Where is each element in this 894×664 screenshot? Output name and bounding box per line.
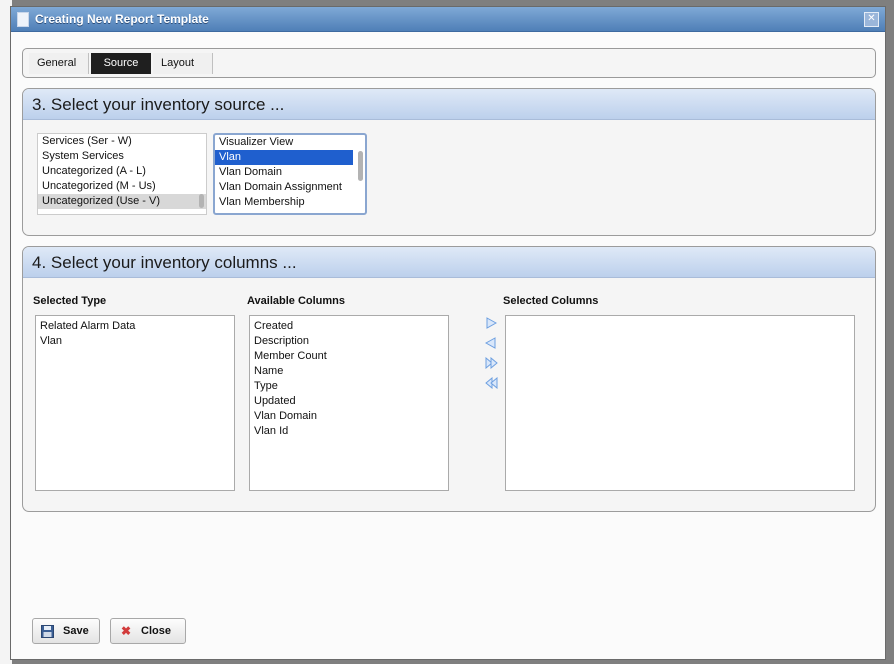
floppy-disk-icon (41, 625, 54, 638)
list-item[interactable]: Related Alarm Data (36, 319, 234, 334)
columns-panel-title: 4. Select your inventory columns ... (32, 253, 297, 272)
list-item[interactable]: Vlan Domain (250, 409, 448, 424)
close-icon[interactable]: ✕ (864, 12, 879, 27)
list-item-selected[interactable]: Vlan (215, 150, 353, 165)
save-button-label: Save (63, 625, 89, 637)
list-item[interactable]: Created (250, 319, 448, 334)
list-item[interactable]: Member Count (250, 349, 448, 364)
list-item-selected[interactable]: Uncategorized (Use - V) (38, 194, 206, 209)
list-item[interactable]: Vlan Domain Assignment (215, 180, 365, 195)
move-all-right-icon[interactable] (485, 357, 499, 369)
selected-columns-listbox[interactable] (505, 315, 855, 491)
dialog-title: Creating New Report Template (35, 12, 209, 26)
list-item[interactable]: Services (Ser - W) (38, 134, 206, 149)
available-columns-listbox[interactable]: Created Description Member Count Name Ty… (249, 315, 449, 491)
list-item[interactable]: Description (250, 334, 448, 349)
columns-panel-header: 4. Select your inventory columns ... (23, 247, 875, 278)
list-item[interactable]: Vlan Domain (215, 165, 365, 180)
columns-panel: 4. Select your inventory columns ... Sel… (22, 246, 876, 512)
list-item[interactable]: Vlan Id (250, 424, 448, 439)
list-item[interactable]: System Services (38, 149, 206, 164)
save-button[interactable]: Save (32, 618, 100, 644)
type-listbox[interactable]: Visualizer View Vlan Vlan Domain Vlan Do… (213, 133, 367, 215)
list-item[interactable]: Uncategorized (M - Us) (38, 179, 206, 194)
close-button[interactable]: ✖ Close (110, 618, 186, 644)
list-item[interactable]: Updated (250, 394, 448, 409)
document-icon (17, 12, 29, 27)
tab-bar: General Source Layout (22, 48, 876, 78)
dialog-titlebar[interactable]: Creating New Report Template ✕ (11, 7, 885, 32)
selected-columns-label: Selected Columns (503, 295, 599, 307)
scrollbar-thumb[interactable] (199, 194, 204, 208)
move-all-left-icon[interactable] (485, 377, 499, 389)
tab-general[interactable]: General (29, 53, 89, 74)
list-item[interactable]: Name (250, 364, 448, 379)
move-right-icon[interactable] (485, 317, 497, 329)
tab-layout[interactable]: Layout (153, 53, 213, 74)
list-item[interactable]: Visualizer View (215, 135, 365, 150)
close-x-icon: ✖ (121, 624, 132, 638)
source-panel: 3. Select your inventory source ... Serv… (22, 88, 876, 236)
category-listbox[interactable]: Services (Ser - W) System Services Uncat… (37, 133, 207, 215)
move-left-icon[interactable] (485, 337, 497, 349)
list-item[interactable]: Vlan (36, 334, 234, 349)
list-item[interactable]: Type (250, 379, 448, 394)
source-panel-header: 3. Select your inventory source ... (23, 89, 875, 120)
available-columns-label: Available Columns (247, 295, 346, 307)
list-item[interactable]: Vlan Membership (215, 195, 365, 210)
list-item[interactable]: Uncategorized (A - L) (38, 164, 206, 179)
scrollbar-thumb[interactable] (358, 151, 363, 181)
source-panel-title: 3. Select your inventory source ... (32, 95, 285, 114)
selected-type-label: Selected Type (33, 295, 107, 307)
selected-type-listbox[interactable]: Related Alarm Data Vlan (35, 315, 235, 491)
tab-source[interactable]: Source (91, 53, 151, 74)
close-button-label: Close (141, 625, 171, 637)
